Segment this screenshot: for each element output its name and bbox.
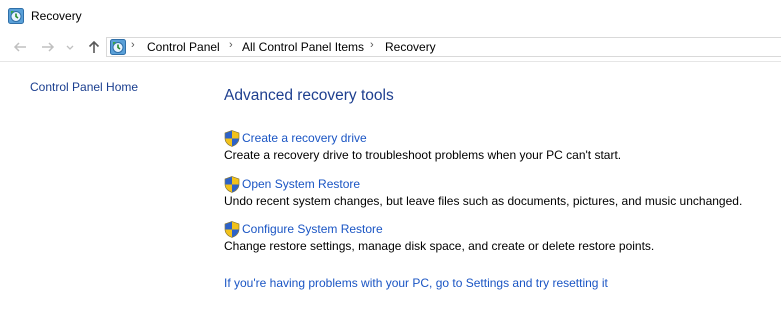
arrow-right-icon[interactable] xyxy=(40,39,56,55)
page-title: Advanced recovery tools xyxy=(224,87,394,104)
uac-shield-icon xyxy=(224,130,240,147)
toolbar-divider xyxy=(0,61,781,62)
reset-pc-settings-link[interactable]: If you're having problems with your PC, … xyxy=(224,276,608,290)
arrow-up-icon[interactable] xyxy=(86,39,102,55)
uac-shield-icon xyxy=(224,176,240,193)
arrow-left-icon[interactable] xyxy=(12,39,28,55)
open-system-restore-link[interactable]: Open System Restore xyxy=(242,177,360,191)
recovery-icon xyxy=(8,8,24,24)
breadcrumb-separator[interactable]: › xyxy=(131,39,135,51)
window-title: Recovery xyxy=(31,9,82,23)
breadcrumb-separator[interactable]: › xyxy=(370,39,374,51)
control-panel-home-link[interactable]: Control Panel Home xyxy=(30,80,138,94)
tool-description: Change restore settings, manage disk spa… xyxy=(224,239,655,253)
breadcrumb-all-items[interactable]: All Control Panel Items xyxy=(242,40,364,54)
tool-description: Create a recovery drive to troubleshoot … xyxy=(224,148,622,162)
create-recovery-drive-link[interactable]: Create a recovery drive xyxy=(242,131,367,145)
title-bar: Recovery xyxy=(0,0,781,33)
breadcrumb-control-panel[interactable]: Control Panel xyxy=(147,40,220,54)
breadcrumb-separator[interactable]: › xyxy=(229,39,233,51)
uac-shield-icon xyxy=(224,221,240,238)
chevron-down-icon[interactable] xyxy=(66,39,74,55)
breadcrumb-recovery[interactable]: Recovery xyxy=(385,40,436,54)
recovery-icon xyxy=(110,39,126,55)
configure-system-restore-link[interactable]: Configure System Restore xyxy=(242,222,383,236)
address-bar[interactable]: › Control Panel › All Control Panel Item… xyxy=(106,37,781,57)
tool-description: Undo recent system changes, but leave fi… xyxy=(224,194,743,208)
